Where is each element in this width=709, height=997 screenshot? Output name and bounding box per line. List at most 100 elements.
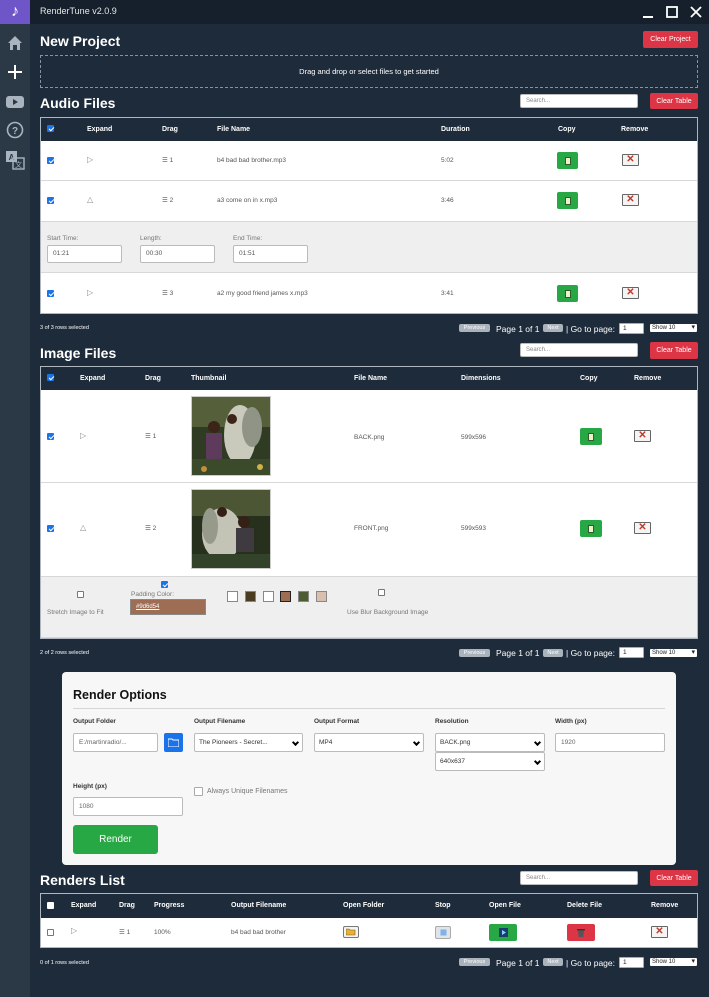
image-clear-table-button[interactable]: Clear Table <box>650 342 698 359</box>
drag-handle[interactable]: ☰ 2 <box>145 524 156 532</box>
audio-previous-button[interactable]: Previous <box>459 324 490 332</box>
expand-icon[interactable]: ▷ <box>87 155 93 164</box>
drag-handle[interactable]: ☰ 3 <box>162 289 173 297</box>
chevron-down-icon <box>533 757 542 766</box>
render-button[interactable]: Render <box>73 825 158 854</box>
padding-color-picker[interactable]: #9d6d54 <box>130 599 206 615</box>
audio-next-button[interactable]: Next <box>543 324 563 332</box>
remove-button[interactable]: ✕ <box>651 926 668 938</box>
remove-button[interactable]: ✕ <box>622 194 639 206</box>
delete-file-button[interactable] <box>567 924 595 941</box>
image-goto-input[interactable]: 1 <box>619 647 644 658</box>
image-search-input[interactable]: Search... <box>520 343 638 357</box>
copy-button[interactable] <box>580 520 602 537</box>
renders-page-info: Page 1 of 1 <box>496 958 540 968</box>
svg-text:文: 文 <box>15 160 22 169</box>
unique-filenames-checkbox[interactable] <box>194 787 203 796</box>
renders-col-open-folder: Open Folder <box>343 902 385 909</box>
row-checkbox[interactable] <box>47 525 54 532</box>
color-swatch[interactable] <box>280 591 291 602</box>
unique-filenames-label: Always Unique Filenames <box>207 788 288 795</box>
help-icon[interactable]: ? <box>5 120 25 140</box>
copy-button[interactable] <box>557 192 578 209</box>
youtube-icon[interactable] <box>5 92 25 112</box>
collapse-icon[interactable]: △ <box>80 523 86 532</box>
image-previous-button[interactable]: Previous <box>459 649 490 657</box>
remove-button[interactable]: ✕ <box>622 154 639 166</box>
output-format-select[interactable]: MP4 <box>314 733 424 752</box>
browse-folder-button[interactable] <box>164 733 183 752</box>
resolution-size-select[interactable]: 640x637 <box>435 752 545 771</box>
audio-goto-input[interactable]: 1 <box>619 323 644 334</box>
expand-icon[interactable]: ▷ <box>71 926 77 935</box>
color-swatch[interactable] <box>316 591 327 602</box>
open-folder-button[interactable] <box>343 926 359 938</box>
row-checkbox[interactable] <box>47 929 54 936</box>
expand-icon[interactable]: ▷ <box>80 431 86 440</box>
audio-select-all-checkbox[interactable] <box>47 125 54 132</box>
color-swatch[interactable] <box>298 591 309 602</box>
color-swatch[interactable] <box>263 591 274 602</box>
audio-filename: a3 come on in x.mp3 <box>217 197 278 204</box>
maximize-icon[interactable] <box>662 2 682 22</box>
renders-col-drag: Drag <box>119 902 135 909</box>
drag-handle[interactable]: ☰ 1 <box>162 156 173 164</box>
audio-col-expand: Expand <box>87 126 113 133</box>
resolution-label: Resolution <box>435 718 469 725</box>
stop-button[interactable] <box>435 926 451 939</box>
collapse-icon[interactable]: △ <box>87 195 93 204</box>
remove-button[interactable]: ✕ <box>634 522 651 534</box>
translate-icon[interactable]: A文 <box>5 150 25 170</box>
table-row: △ ☰ 2 a3 come on in x.mp3 3:46 ✕ <box>41 181 697 222</box>
start-time-input[interactable]: 01:21 <box>47 245 122 263</box>
blur-background-checkbox[interactable] <box>378 589 385 596</box>
row-checkbox[interactable] <box>47 197 54 204</box>
drag-handle[interactable]: ☰ 2 <box>162 196 173 204</box>
output-folder-input[interactable]: E:/martinradio/... <box>73 733 158 752</box>
remove-button[interactable]: ✕ <box>622 287 639 299</box>
renders-goto-input[interactable]: 1 <box>619 957 644 968</box>
row-checkbox[interactable] <box>47 157 54 164</box>
padding-color-checkbox[interactable] <box>161 581 168 588</box>
copy-button[interactable] <box>580 428 602 445</box>
music-note-logo-icon: ♪ <box>0 0 30 24</box>
copy-button[interactable] <box>557 152 578 169</box>
add-icon[interactable] <box>5 62 25 82</box>
remove-button[interactable]: ✕ <box>634 430 651 442</box>
width-input[interactable]: 1920 <box>555 733 665 752</box>
image-select-all-checkbox[interactable] <box>47 374 54 381</box>
renders-search-input[interactable]: Search... <box>520 871 638 885</box>
minimize-icon[interactable] <box>638 2 658 22</box>
audio-clear-table-button[interactable]: Clear Table <box>650 93 698 109</box>
output-filename-select[interactable]: The Pioneers - Secret... <box>194 733 303 752</box>
renders-next-button[interactable]: Next <box>543 958 563 966</box>
image-page-size-select[interactable]: Show 10 ▾ <box>650 649 697 657</box>
image-col-expand: Expand <box>80 375 106 382</box>
drag-handle[interactable]: ☰ 1 <box>145 432 156 440</box>
renders-select-all-checkbox[interactable] <box>47 902 54 909</box>
file-dropzone[interactable]: Drag and drop or select files to get sta… <box>40 55 698 88</box>
expand-icon[interactable]: ▷ <box>87 288 93 297</box>
open-file-button[interactable] <box>489 924 517 941</box>
row-checkbox[interactable] <box>47 290 54 297</box>
height-input[interactable]: 1080 <box>73 797 183 816</box>
row-checkbox[interactable] <box>47 433 54 440</box>
audio-search-input[interactable]: Search... <box>520 94 638 108</box>
color-swatch[interactable] <box>245 591 256 602</box>
length-input[interactable]: 00:30 <box>140 245 215 263</box>
close-icon[interactable] <box>686 2 706 22</box>
audio-page-size-select[interactable]: Show 10 ▾ <box>650 324 697 332</box>
stretch-checkbox[interactable] <box>77 591 84 598</box>
renders-previous-button[interactable]: Previous <box>459 958 490 966</box>
renders-page-size-select[interactable]: Show 10 ▾ <box>650 958 697 966</box>
image-next-button[interactable]: Next <box>543 649 563 657</box>
image-col-copy: Copy <box>580 375 598 382</box>
end-time-input[interactable]: 01:51 <box>233 245 308 263</box>
home-icon[interactable] <box>5 33 25 53</box>
copy-button[interactable] <box>557 285 578 302</box>
drag-handle[interactable]: ☰ 1 <box>119 928 130 936</box>
resolution-image-select[interactable]: BACK.png <box>435 733 545 752</box>
color-swatch[interactable] <box>227 591 238 602</box>
renders-clear-table-button[interactable]: Clear Table <box>650 870 698 886</box>
clear-project-button[interactable]: Clear Project <box>643 31 698 48</box>
